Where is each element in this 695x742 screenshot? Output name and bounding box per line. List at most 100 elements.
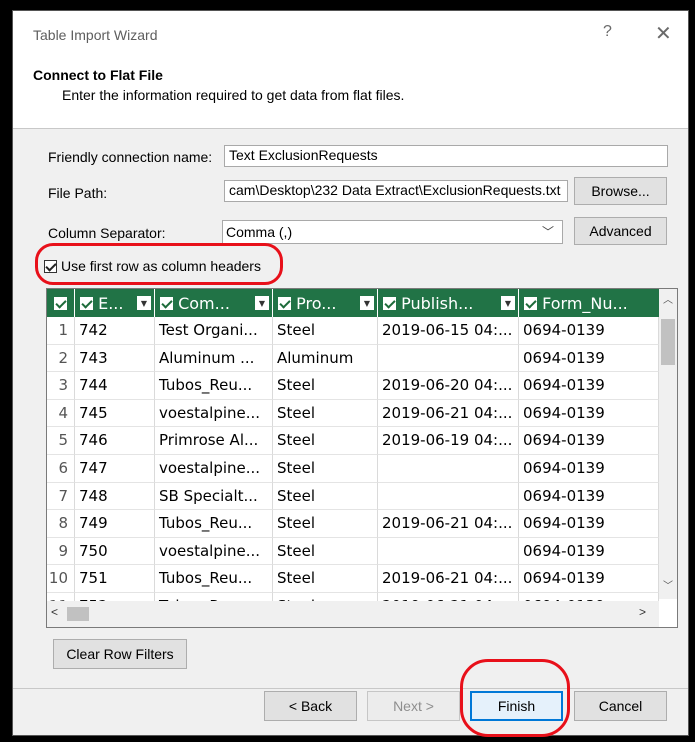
dropdown-arrow-icon[interactable]: ▼ [255,296,269,310]
table-cell: 747 [75,455,155,483]
column-header-label: Publish... [401,293,474,313]
clear-row-filters-button[interactable]: Clear Row Filters [53,639,187,669]
column-checkbox[interactable] [80,296,93,310]
scroll-right-icon[interactable]: > [639,605,646,619]
column-separator-value: Comma (,) [226,224,293,240]
preview-grid[interactable]: E... ▼ Com... ▼ Pro... ▼ Publish... ▼ Fo… [46,288,678,628]
table-cell: Steel [273,537,378,566]
table-cell: Tubos_Reu... [155,565,273,593]
table-cell: Aluminum ... [155,344,273,373]
table-import-wizard-dialog: Table Import Wizard ? ✕ Connect to Flat … [12,10,689,737]
dropdown-arrow-icon[interactable]: ▼ [501,296,515,310]
column-header-2[interactable]: Com... ▼ [155,289,273,317]
column-checkbox[interactable] [524,296,537,310]
back-button[interactable]: < Back [264,691,357,721]
row-number: 6 [47,455,75,483]
table-cell: Steel [273,317,378,345]
horizontal-scroll-thumb[interactable] [67,607,89,621]
scroll-up-icon[interactable]: ︿ [663,291,673,306]
browse-button[interactable]: Browse... [574,177,667,205]
column-checkbox[interactable] [383,296,396,310]
table-cell [378,455,519,483]
window-title: Table Import Wizard [33,27,158,43]
dropdown-arrow-icon[interactable]: ▼ [137,296,151,310]
table-cell: Steel [273,455,378,483]
table-cell: Steel [273,427,378,455]
table-row[interactable]: 4 745 voestalpine... Steel 2019-06-21 04:...… [47,399,659,428]
table-cell: 0694-0139 [519,344,659,373]
horizontal-scrollbar[interactable]: < > [47,601,659,627]
vertical-scroll-thumb[interactable] [661,319,675,365]
table-cell: Tubos_Reu... [155,372,273,400]
file-path-label: File Path: [48,185,108,201]
table-cell: 742 [75,317,155,345]
table-cell: 0694-0139 [519,317,659,345]
cancel-button[interactable]: Cancel [574,691,667,721]
column-header-label: Form_Nu... [542,293,628,313]
scroll-left-icon[interactable]: < [51,605,58,619]
table-cell: Aluminum [273,344,378,373]
column-header-4[interactable]: Publish... ▼ [378,289,519,317]
friendly-name-input[interactable]: Text ExclusionRequests [224,145,668,167]
chevron-down-icon: ﹀ [541,225,554,239]
table-cell: 0694-0139 [519,482,659,511]
table-cell: 0694-0139 [519,510,659,538]
column-header-label: E... [98,293,124,313]
scroll-down-icon[interactable]: ﹀ [663,577,673,592]
wizard-header: Connect to Flat File Enter the informati… [13,57,688,129]
page-title: Connect to Flat File [33,67,163,83]
table-cell: 743 [75,344,155,373]
friendly-name-label: Friendly connection name: [48,149,213,165]
row-number: 8 [47,510,75,538]
close-icon[interactable]: ✕ [655,21,672,46]
column-separator-select[interactable]: Comma (,) ﹀ [222,220,563,244]
table-cell: 0694-0139 [519,427,659,455]
column-checkbox[interactable] [278,296,291,310]
grid-header: E... ▼ Com... ▼ Pro... ▼ Publish... ▼ Fo… [47,289,677,317]
table-row[interactable]: 3 744 Tubos_Reu... Steel 2019-06-20 04:... 06… [47,372,659,400]
column-checkbox[interactable] [160,296,173,310]
table-cell: 748 [75,482,155,511]
table-cell [378,482,519,511]
row-number: 7 [47,482,75,511]
dropdown-arrow-icon[interactable]: ▼ [360,296,374,310]
row-number: 10 [47,565,75,593]
table-row[interactable]: 1 742 Test Organi... Steel 2019-06-15 04:...… [47,317,659,345]
table-row[interactable]: 6 747 voestalpine... Steel 0694-0139 [47,455,659,483]
row-number: 4 [47,399,75,428]
help-icon[interactable]: ? [603,23,612,41]
page-subtitle: Enter the information required to get da… [62,87,405,103]
table-row[interactable]: 9 750 voestalpine... Steel 0694-0139 [47,537,659,566]
table-cell: Steel [273,372,378,400]
table-cell: Primrose Al... [155,427,273,455]
table-cell [378,344,519,373]
annotation-circle-headers [35,243,283,285]
file-path-input[interactable]: cam\Desktop\232 Data Extract\ExclusionRe… [224,180,568,202]
table-cell: 750 [75,537,155,566]
table-cell: Steel [273,510,378,538]
annotation-circle-finish [460,659,570,737]
column-header-1[interactable]: E... ▼ [75,289,155,317]
table-cell: 0694-0139 [519,537,659,566]
table-cell: 0694-0139 [519,455,659,483]
table-cell: 746 [75,427,155,455]
column-separator-label: Column Separator: [48,225,166,241]
row-number: 1 [47,317,75,345]
table-cell: Tubos_Reu... [155,510,273,538]
row-number: 2 [47,344,75,373]
column-header-label: Pro... [296,293,337,313]
table-cell: 744 [75,372,155,400]
table-row[interactable]: 5 746 Primrose Al... Steel 2019-06-19 04:...… [47,427,659,455]
advanced-button[interactable]: Advanced [574,217,667,245]
table-row[interactable]: 8 749 Tubos_Reu... Steel 2019-06-21 04:... 06… [47,510,659,538]
table-row[interactable]: 10 751 Tubos_Reu... Steel 2019-06-21 04:... 0… [47,565,659,593]
column-header-3[interactable]: Pro... ▼ [273,289,378,317]
select-all-checkbox[interactable] [54,296,67,310]
select-all-header[interactable] [47,289,75,317]
column-header-label: Com... [178,293,230,313]
vertical-scrollbar[interactable]: ︿ ﹀ [659,289,677,599]
column-header-5[interactable]: Form_Nu... [519,289,659,317]
table-row[interactable]: 7 748 SB Specialt... Steel 0694-0139 [47,482,659,511]
table-cell: Steel [273,565,378,593]
table-row[interactable]: 2 743 Aluminum ... Aluminum 0694-0139 [47,344,659,373]
